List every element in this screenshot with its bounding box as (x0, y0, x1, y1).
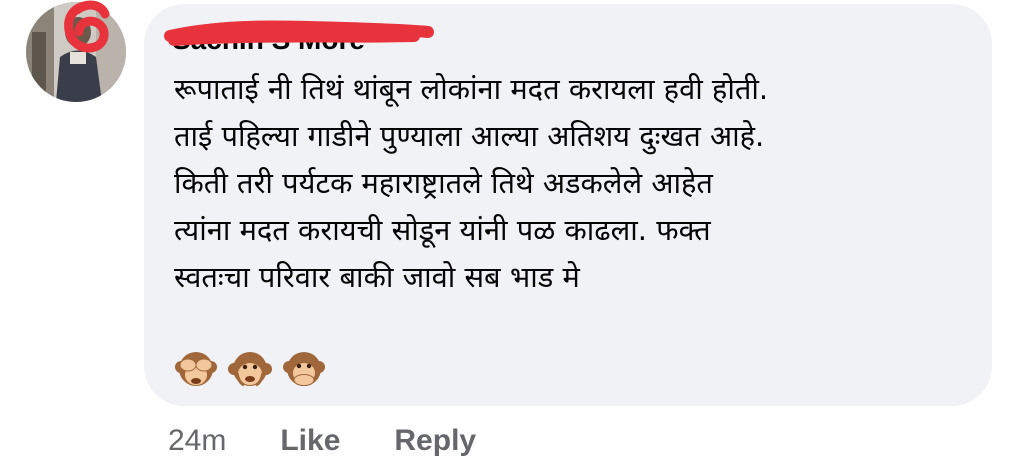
comment-line: रूपाताई नी तिथं थांबून लोकांना मदत करायल… (174, 72, 769, 106)
speak-no-evil-monkey-icon (283, 352, 325, 386)
see-no-evil-monkey-icon (175, 352, 217, 386)
emoji-row (174, 347, 326, 391)
comment-bubble: Sachin S More रूपाताई नी तिथं थांबून लोक… (144, 4, 992, 406)
monkey-face-icon (228, 352, 272, 387)
like-button[interactable]: Like (280, 424, 340, 458)
comment-timestamp[interactable]: 24m (168, 424, 226, 458)
comment-actions: 24m Like Reply (168, 418, 530, 464)
comment-line: स्वतःचा परिवार बाकी जावो सब भाड मे (174, 260, 580, 294)
comment-body: रूपाताई नी तिथं थांबून लोकांना मदत करायल… (174, 66, 974, 301)
redaction-mark-icon (64, 0, 110, 53)
comment-line: त्यांना मदत करायची सोडून यांनी पळ काढला.… (174, 213, 711, 247)
comment-thread: Sachin S More रूपाताई नी तिथं थांबून लोक… (0, 0, 1024, 471)
comment-line: ताई पहिल्या गाडीने पुण्याला आल्या अतिशय … (174, 119, 765, 153)
reply-button[interactable]: Reply (394, 424, 476, 458)
author-redaction-icon (164, 20, 434, 46)
comment-line: किती तरी पर्यटक महाराष्ट्रातले तिथे अडकल… (174, 166, 713, 200)
